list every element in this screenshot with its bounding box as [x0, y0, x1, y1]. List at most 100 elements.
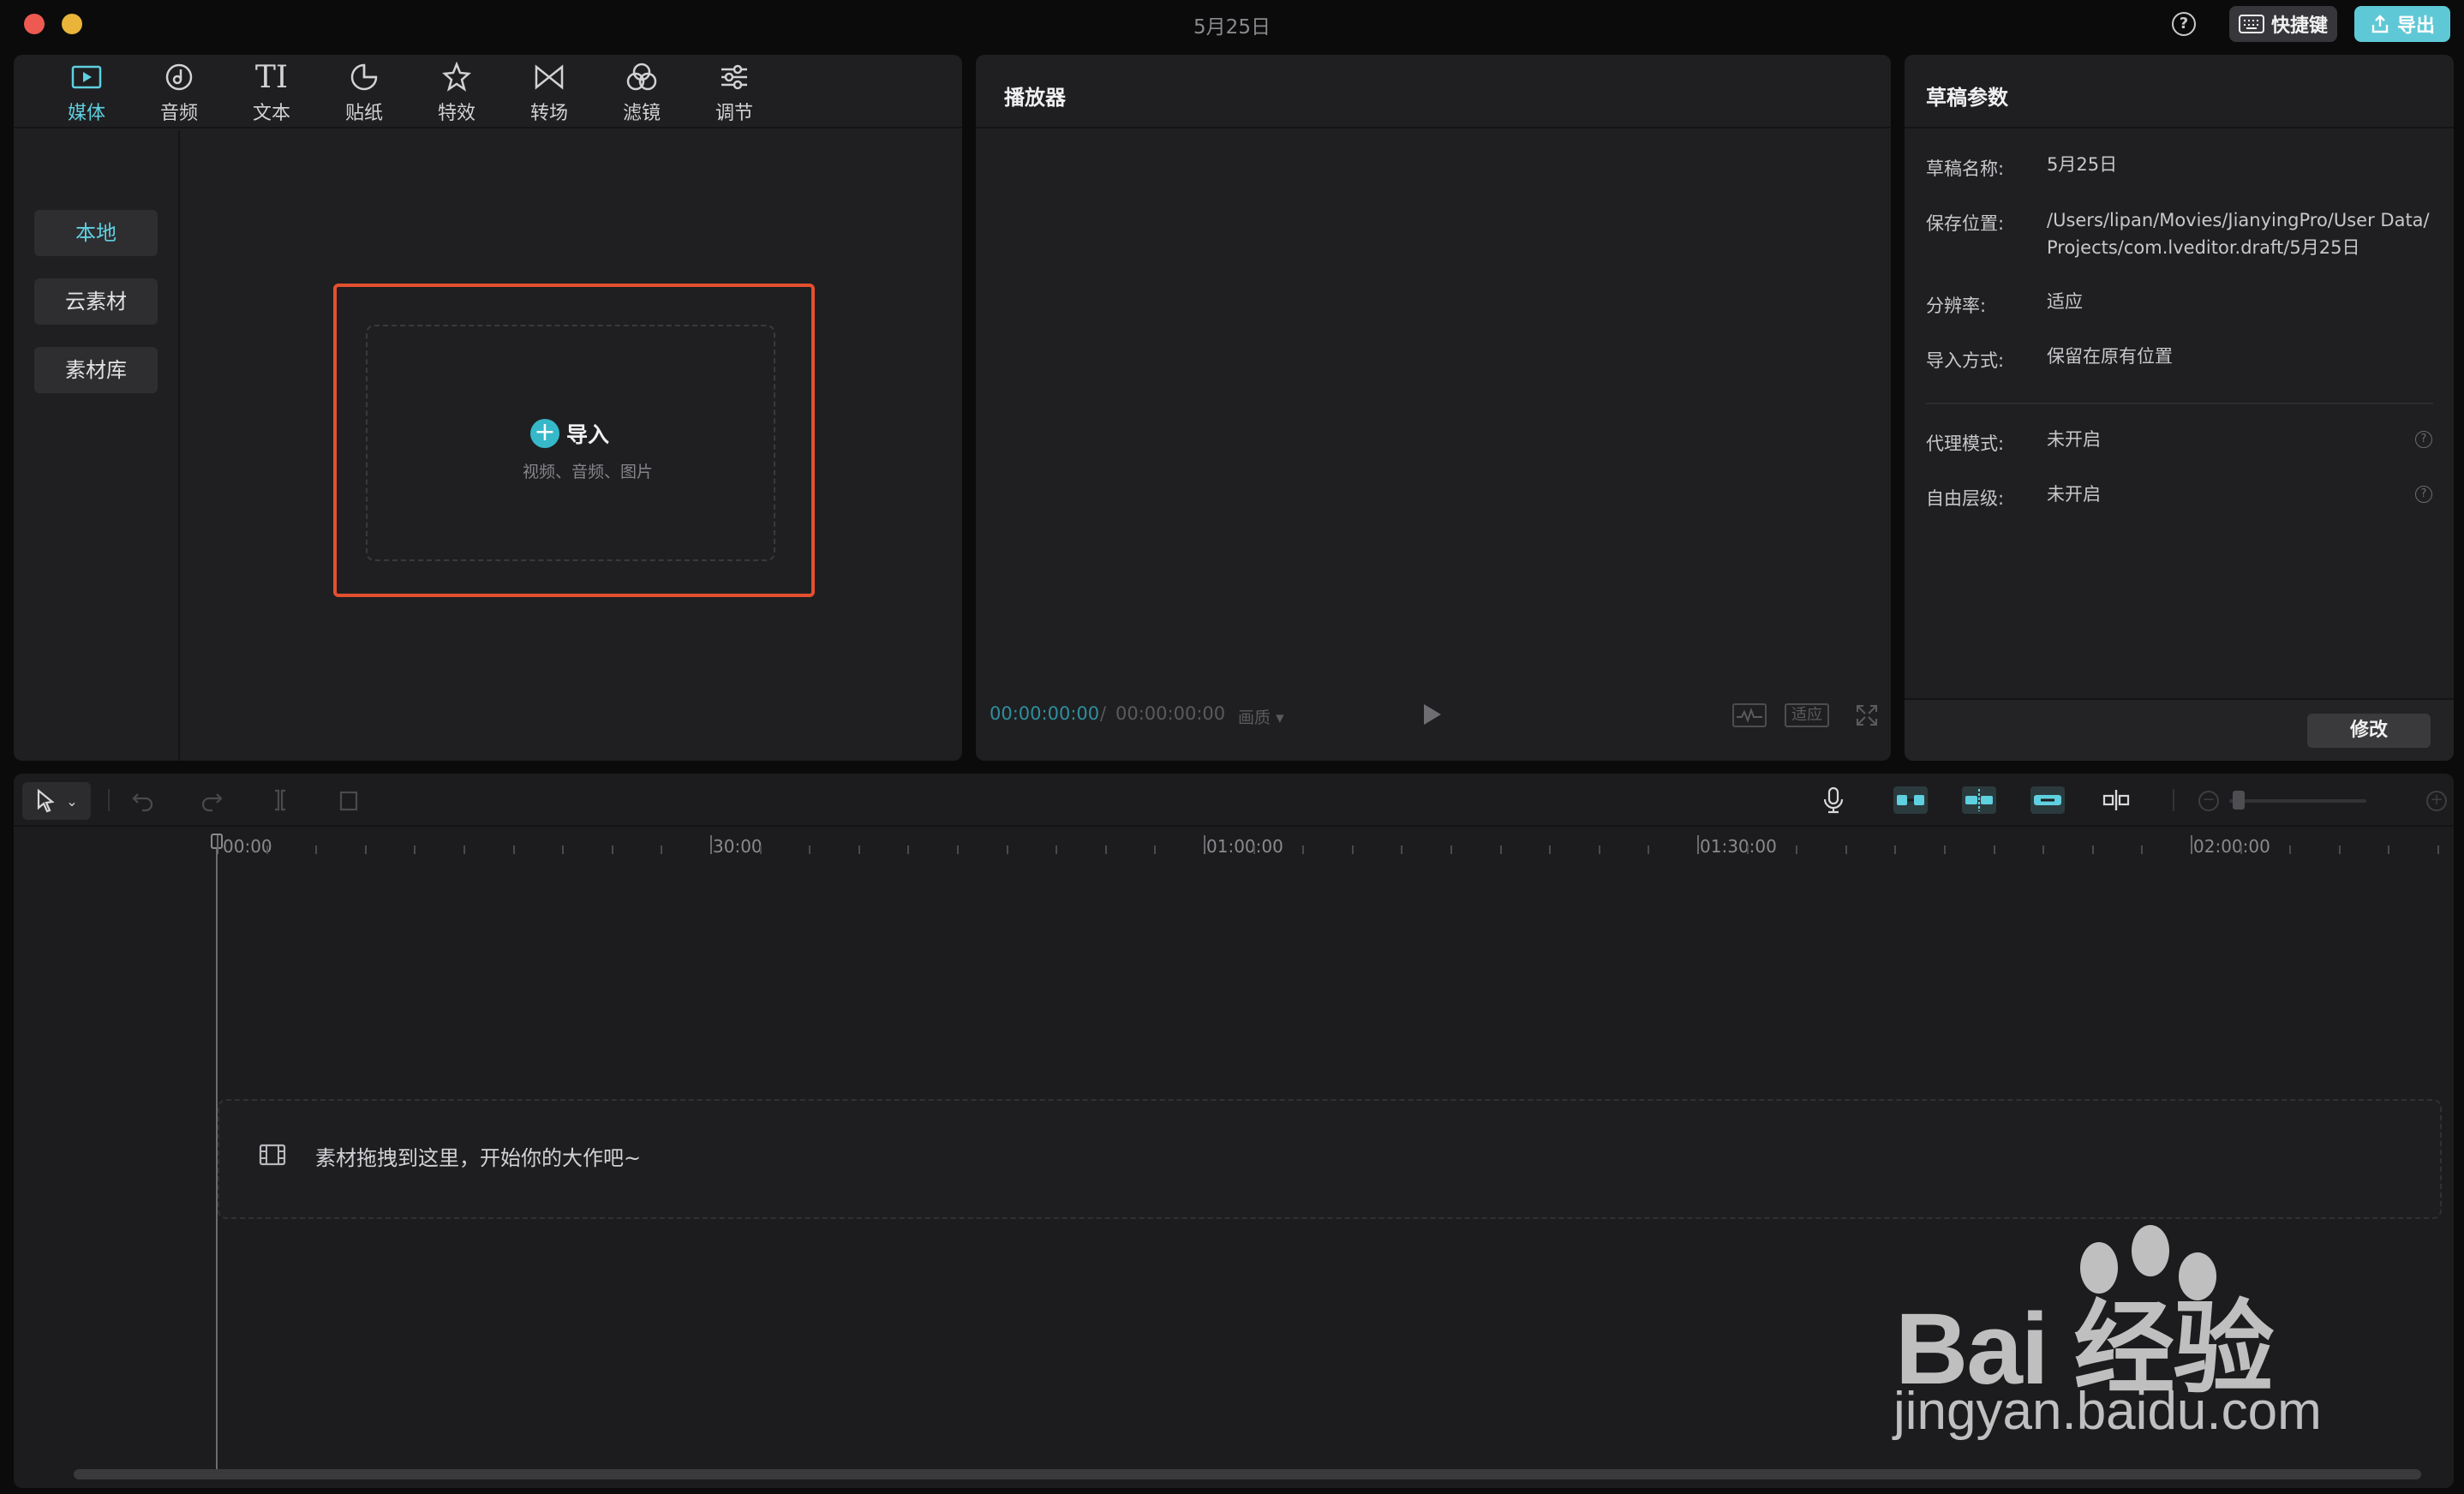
- ruler-tick: [661, 846, 663, 854]
- film-icon: [259, 1143, 286, 1167]
- ruler-tick: [463, 846, 465, 854]
- free-layer-help-icon[interactable]: ?: [2415, 486, 2432, 503]
- ruler-tick: [2141, 846, 2144, 854]
- import-label[interactable]: 导入: [566, 418, 609, 449]
- quality-dropdown[interactable]: 画质 ▾: [1238, 705, 1284, 728]
- ruler-tick: [1401, 846, 1403, 854]
- ruler-tick: [2240, 846, 2242, 854]
- ruler-tick: [858, 846, 860, 854]
- timeline-toolbar: ⌄ − +: [14, 774, 2454, 827]
- redo-icon[interactable]: [199, 787, 224, 813]
- tab-filters[interactable]: 滤镜: [604, 60, 679, 127]
- timeline-scrollbar[interactable]: [74, 1469, 2421, 1479]
- transition-bowtie-icon: [535, 64, 564, 90]
- toolbar-divider: [108, 789, 110, 811]
- media-panel: 媒体 音频 TI 文本 贴纸 特效 转场 滤镜 调节 本地 云素材 素材库 + …: [14, 55, 962, 761]
- ruler-tick: [315, 846, 318, 854]
- proxy-help-icon[interactable]: ?: [2415, 431, 2432, 448]
- tab-sticker[interactable]: 贴纸: [326, 60, 402, 127]
- waveform-icon[interactable]: [1732, 703, 1767, 727]
- tab-media[interactable]: 媒体: [49, 60, 124, 127]
- plus-icon[interactable]: +: [530, 419, 559, 448]
- param-value-name: 5月25日: [2047, 154, 2118, 175]
- param-label-import-mode: 导入方式:: [1926, 350, 2005, 371]
- param-label-resolution: 分辨率:: [1926, 296, 1987, 316]
- ruler-tick: [266, 846, 268, 854]
- fit-ratio-button[interactable]: 适应: [1785, 703, 1829, 727]
- param-label-proxy: 代理模式:: [1926, 433, 2005, 454]
- select-tool-dropdown[interactable]: ⌄: [22, 782, 91, 820]
- draft-title: 草稿参数: [1926, 86, 2008, 110]
- sticker-icon: [350, 63, 378, 91]
- ruler-tick: [1549, 846, 1552, 854]
- effect-star-icon: [442, 62, 471, 92]
- ruler-tick: [710, 835, 712, 854]
- ruler-tick: [1845, 846, 1847, 854]
- ruler-tick: [1056, 846, 1058, 854]
- fullscreen-icon[interactable]: [1856, 704, 1878, 726]
- sidebar-item-library[interactable]: 素材库: [34, 347, 158, 393]
- media-toolbar: 媒体 音频 TI 文本 贴纸 特效 转场 滤镜 调节: [14, 55, 962, 128]
- ruler-tick: [1796, 846, 1798, 854]
- timecode-separator: /: [1100, 703, 1107, 724]
- param-value-import-mode: 保留在原有位置: [2047, 346, 2173, 367]
- export-button[interactable]: 导出: [2354, 6, 2450, 42]
- shortcut-button[interactable]: 快捷键: [2229, 6, 2337, 42]
- param-value-proxy: 未开启: [2047, 429, 2101, 450]
- ruler-tick: [1104, 846, 1107, 854]
- ruler-tick: [1746, 846, 1749, 854]
- music-note-icon: [165, 63, 193, 91]
- toolbar-divider: [2173, 789, 2174, 811]
- ruler-tick: [364, 846, 367, 854]
- zoom-slider-handle[interactable]: [2233, 791, 2245, 810]
- tab-transitions[interactable]: 转场: [511, 60, 587, 127]
- ruler-tick: [1302, 846, 1305, 854]
- zoom-out-icon[interactable]: −: [2198, 791, 2219, 811]
- play-icon[interactable]: [1424, 704, 1441, 725]
- tab-audio[interactable]: 音频: [141, 60, 217, 127]
- undo-icon[interactable]: [130, 787, 156, 813]
- param-label-location: 保存位置:: [1926, 213, 2005, 234]
- param-value-location: /Users/lipan/Movies/JianyingPro/User Dat…: [2047, 210, 2430, 258]
- help-icon[interactable]: ?: [2172, 12, 2196, 36]
- total-timecode: 00:00:00:00: [1115, 703, 1226, 724]
- auto-snap-icon[interactable]: [1962, 786, 1996, 814]
- media-sidebar: 本地 云素材 素材库: [14, 130, 180, 761]
- ruler-tick: [1648, 846, 1650, 854]
- param-label-free-layer: 自由层级:: [1926, 488, 2005, 509]
- modify-button[interactable]: 修改: [2307, 714, 2431, 748]
- tab-effects[interactable]: 特效: [419, 60, 494, 127]
- main-track-magnet-icon[interactable]: [1893, 786, 1928, 814]
- ruler-tick: [611, 846, 613, 854]
- ruler-tick: [2388, 846, 2390, 854]
- tab-text[interactable]: TI 文本: [234, 60, 309, 127]
- delete-icon[interactable]: [336, 787, 362, 813]
- text-ti-icon: TI: [254, 59, 289, 95]
- sidebar-item-cloud[interactable]: 云素材: [34, 278, 158, 325]
- linkage-icon[interactable]: [2030, 786, 2065, 814]
- ruler-label: 30:00: [713, 836, 763, 857]
- microphone-icon[interactable]: [1820, 786, 1847, 815]
- ruler-tick: [1006, 846, 1008, 854]
- shortcut-label: 快捷键: [2270, 15, 2328, 37]
- ruler-tick: [562, 846, 565, 854]
- ruler-tick: [2437, 846, 2439, 854]
- ruler-tick: [1894, 846, 1897, 854]
- window-title: 5月25日: [1193, 16, 1271, 39]
- ruler-label: 00:00: [223, 836, 272, 857]
- chevron-down-icon: ⌄: [66, 792, 78, 810]
- split-icon[interactable]: [267, 787, 293, 813]
- preview-axis-icon[interactable]: [2099, 786, 2133, 814]
- tab-adjust[interactable]: 调节: [697, 60, 772, 127]
- player-header: [976, 55, 1891, 128]
- chevron-down-icon: ▾: [1276, 708, 1284, 727]
- zoom-slider[interactable]: [2229, 799, 2366, 803]
- zoom-in-icon[interactable]: +: [2426, 791, 2447, 811]
- sidebar-item-local[interactable]: 本地: [34, 210, 158, 256]
- adjust-sliders-icon: [721, 64, 747, 90]
- ruler-tick: [759, 846, 762, 854]
- ruler-tick: [1598, 846, 1600, 854]
- ruler-tick: [1697, 835, 1699, 854]
- ruler-tick: [1253, 846, 1255, 854]
- ruler-tick: [957, 846, 959, 854]
